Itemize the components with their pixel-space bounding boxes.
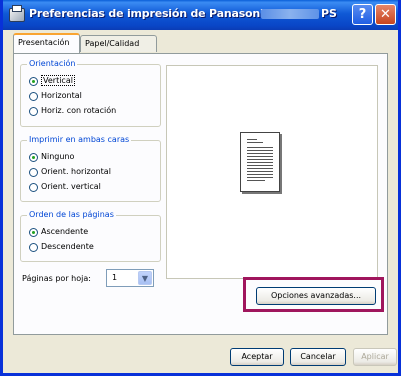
radio-unselected-icon: [29, 167, 38, 177]
chevron-down-icon[interactable]: ▼: [138, 271, 152, 285]
radio-vertical[interactable]: Vertical: [29, 75, 75, 87]
document-page-icon: [240, 132, 280, 192]
advanced-options-button[interactable]: Opciones avanzadas...: [256, 287, 376, 305]
tab-presentacion[interactable]: Presentación: [13, 33, 80, 53]
orientation-group: Orientación Vertical Horizontal Horiz. c…: [20, 59, 161, 127]
pages-per-sheet-select[interactable]: 1 ▼: [106, 269, 154, 287]
radio-ninguno[interactable]: Ninguno: [29, 151, 74, 163]
duplex-group: Imprimir en ambas caras Ninguno Orient. …: [20, 135, 161, 202]
redacted-model-name: [261, 9, 319, 19]
ok-button[interactable]: Aceptar: [230, 348, 284, 366]
title-bar[interactable]: Preferencias de impresión de Panasonic D…: [3, 0, 398, 30]
help-icon[interactable]: ?: [352, 4, 373, 25]
pages-per-sheet-value: 1: [112, 273, 118, 282]
radio-descendente-label: Descendente: [41, 242, 94, 251]
radio-selected-icon: [29, 227, 38, 237]
duplex-group-title: Imprimir en ambas caras: [27, 135, 132, 144]
window-title-suffix: PS: [321, 7, 337, 20]
radio-unselected-icon: [29, 242, 38, 252]
radio-orient-vertical[interactable]: Orient. vertical: [29, 181, 101, 193]
radio-orient-horizontal[interactable]: Orient. horizontal: [29, 166, 111, 178]
close-icon[interactable]: ✕: [375, 4, 396, 25]
radio-descendente[interactable]: Descendente: [29, 241, 94, 253]
radio-orient-vertical-label: Orient. vertical: [41, 182, 101, 191]
radio-unselected-icon: [29, 182, 38, 192]
radio-unselected-icon: [29, 106, 38, 116]
page-order-group-title: Orden de las páginas: [27, 210, 116, 219]
radio-ascendente-label: Ascendente: [41, 227, 89, 236]
printer-icon: [9, 5, 25, 22]
layout-preview: [166, 65, 378, 279]
radio-selected-icon: [29, 152, 38, 162]
radio-horiz-rotation-label: Horiz. con rotación: [41, 106, 117, 115]
radio-ascendente[interactable]: Ascendente: [29, 226, 88, 238]
radio-orient-horizontal-label: Orient. horizontal: [41, 167, 111, 176]
radio-horizontal-label: Horizontal: [41, 91, 82, 100]
apply-button[interactable]: Aplicar: [353, 348, 397, 366]
radio-selected-icon: [29, 76, 38, 86]
page-order-group: Orden de las páginas Ascendente Descende…: [20, 210, 161, 262]
tab-papel-calidad[interactable]: Papel/Calidad: [80, 35, 157, 52]
radio-vertical-label: Vertical: [41, 75, 75, 86]
radio-horizontal[interactable]: Horizontal: [29, 90, 82, 102]
pages-per-sheet-label: Páginas por hoja:: [22, 274, 91, 283]
print-preferences-window: Preferencias de impresión de Panasonic D…: [0, 0, 401, 376]
cancel-button[interactable]: Cancelar: [290, 348, 346, 366]
radio-unselected-icon: [29, 91, 38, 101]
orientation-group-title: Orientación: [27, 59, 78, 68]
radio-horiz-rotation[interactable]: Horiz. con rotación: [29, 105, 116, 117]
radio-ninguno-label: Ninguno: [41, 152, 75, 161]
